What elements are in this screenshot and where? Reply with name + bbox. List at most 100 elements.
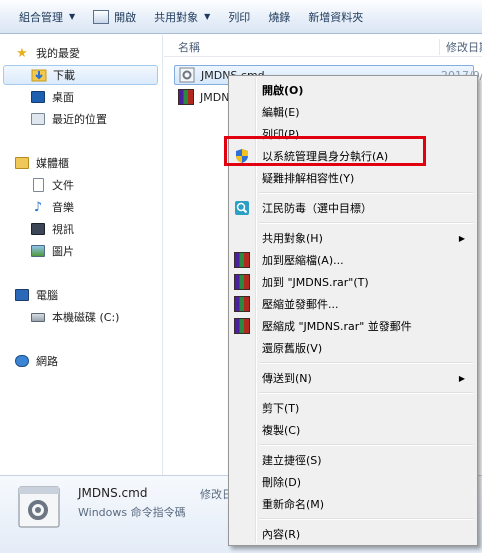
menu-separator — [259, 518, 473, 520]
hard-drive-icon — [30, 309, 46, 325]
nav-downloads[interactable]: 下載 — [3, 65, 158, 85]
menu-restore-label: 還原舊版(V) — [262, 342, 323, 355]
print-label: 列印 — [228, 10, 251, 24]
menu-separator — [259, 222, 473, 224]
details-file-type: Windows 命令指令碼 — [78, 506, 186, 519]
nav-libraries-label: 媒體櫃 — [36, 157, 69, 170]
nav-computer[interactable]: 電腦 — [14, 285, 58, 305]
menu-cut[interactable]: 剪下(T) — [231, 397, 475, 419]
menu-properties[interactable]: 內容(R) — [231, 523, 475, 545]
menu-separator — [259, 444, 473, 446]
menu-delete[interactable]: 刪除(D) — [231, 471, 475, 493]
menu-separator — [259, 192, 473, 194]
menu-compress-email[interactable]: 壓縮並發郵件... — [231, 293, 475, 315]
nav-music-label: 音樂 — [52, 201, 74, 214]
submenu-arrow-icon: ▶ — [458, 373, 465, 383]
menu-delete-label: 刪除(D) — [262, 476, 302, 489]
menu-add-archive[interactable]: 加到壓縮檔(A)... — [231, 249, 475, 271]
nav-pictures[interactable]: 圖片 — [30, 241, 74, 261]
open-label: 開啟 — [114, 10, 137, 24]
menu-antivirus-label: 江民防毒（選中目標） — [262, 202, 372, 215]
cmd-file-icon — [179, 67, 195, 83]
window-icon — [93, 9, 110, 24]
nav-local-disk-label: 本機磁碟 (C:) — [52, 311, 120, 324]
new-folder-button[interactable]: 新增資料夾 — [299, 5, 372, 29]
menu-add-archive-label: 加到壓縮檔(A)... — [262, 254, 344, 267]
computer-icon — [14, 287, 30, 303]
column-name-header[interactable]: 名稱 — [178, 39, 200, 55]
star-icon: ★ — [16, 45, 28, 61]
menu-compress-email-label: 壓縮並發郵件... — [262, 298, 339, 311]
nav-computer-label: 電腦 — [36, 289, 58, 302]
nav-local-disk[interactable]: 本機磁碟 (C:) — [30, 307, 119, 327]
menu-troubleshoot[interactable]: 疑難排解相容性(Y) — [231, 167, 475, 189]
desktop-icon — [30, 89, 46, 105]
new-folder-label: 新增資料夾 — [308, 10, 364, 24]
print-button[interactable]: 列印 — [219, 5, 259, 29]
winrar-archive-icon — [178, 89, 194, 105]
nav-desktop[interactable]: 桌面 — [30, 87, 74, 107]
nav-downloads-label: 下載 — [53, 69, 75, 82]
antivirus-scan-icon — [234, 200, 250, 216]
menu-copy[interactable]: 複製(C) — [231, 419, 475, 441]
chevron-down-icon: ▼ — [204, 12, 211, 21]
nav-favorites-label: 我的最愛 — [36, 47, 80, 60]
winrar-icon — [234, 274, 250, 290]
nav-desktop-label: 桌面 — [52, 91, 74, 104]
nav-documents-label: 文件 — [52, 179, 74, 192]
menu-add-rar[interactable]: 加到 "JMDNS.rar"(T) — [231, 271, 475, 293]
cmd-file-large-icon — [16, 484, 62, 530]
menu-send-to-label: 傳送到(N) — [262, 372, 312, 385]
burn-label: 燒錄 — [268, 10, 291, 24]
organize-button[interactable]: 組合管理 ▼ — [10, 5, 84, 29]
menu-create-shortcut[interactable]: 建立捷徑(S) — [231, 449, 475, 471]
chevron-down-icon: ▼ — [69, 12, 76, 21]
nav-videos-label: 視訊 — [52, 223, 74, 236]
winrar-icon — [234, 296, 250, 312]
menu-create-shortcut-label: 建立捷徑(S) — [262, 454, 322, 467]
downloads-folder-icon — [31, 67, 47, 83]
open-button[interactable]: 開啟 — [84, 5, 145, 29]
libraries-icon — [14, 155, 30, 171]
menu-rename[interactable]: 重新命名(M) — [231, 493, 475, 515]
organize-label: 組合管理 — [19, 10, 63, 24]
nav-documents[interactable]: 文件 — [30, 175, 74, 195]
nav-libraries[interactable]: 媒體櫃 — [14, 153, 69, 173]
nav-recent[interactable]: 最近的位置 — [30, 109, 107, 129]
nav-pictures-label: 圖片 — [52, 245, 74, 258]
nav-network-label: 網路 — [36, 355, 58, 368]
burn-button[interactable]: 燒錄 — [259, 5, 299, 29]
nav-music[interactable]: ♪ 音樂 — [30, 197, 74, 217]
nav-network[interactable]: 網路 — [14, 351, 58, 371]
menu-copy-label: 複製(C) — [262, 424, 301, 437]
nav-videos[interactable]: 視訊 — [30, 219, 74, 239]
menu-open[interactable]: 開啟(O) — [231, 79, 475, 101]
winrar-icon — [234, 252, 250, 268]
menu-share-with[interactable]: 共用對象(H) ▶ — [231, 227, 475, 249]
menu-separator — [259, 392, 473, 394]
submenu-arrow-icon: ▶ — [458, 233, 465, 243]
share-label: 共用對象 — [154, 10, 199, 24]
menu-cut-label: 剪下(T) — [262, 402, 300, 415]
nav-favorites[interactable]: ★ 我的最愛 — [14, 43, 80, 63]
navigation-pane: ★ 我的最愛 下載 桌面 最近的位置 媒體櫃 文件 ♪ 音樂 視訊 圖片 電腦 — [0, 35, 163, 475]
share-button[interactable]: 共用對象 ▼ — [145, 5, 219, 29]
film-icon — [30, 221, 46, 237]
menu-send-to[interactable]: 傳送到(N) ▶ — [231, 367, 475, 389]
music-note-icon: ♪ — [33, 199, 43, 215]
menu-antivirus[interactable]: 江民防毒（選中目標） — [231, 197, 475, 219]
menu-add-rar-label: 加到 "JMDNS.rar"(T) — [262, 276, 369, 289]
menu-properties-label: 內容(R) — [262, 528, 301, 541]
recent-places-icon — [30, 111, 46, 127]
menu-edit[interactable]: 編輯(E) — [231, 101, 475, 123]
menu-share-with-label: 共用對象(H) — [262, 232, 323, 245]
document-icon — [30, 177, 46, 193]
winrar-icon — [234, 318, 250, 334]
menu-edit-label: 編輯(E) — [262, 106, 300, 119]
menu-restore[interactable]: 還原舊版(V) — [231, 337, 475, 359]
menu-compress-rar-email[interactable]: 壓縮成 "JMDNS.rar" 並發郵件 — [231, 315, 475, 337]
column-date-header[interactable]: 修改日期 — [439, 39, 482, 55]
menu-open-label: 開啟(O) — [262, 84, 304, 97]
menu-troubleshoot-label: 疑難排解相容性(Y) — [262, 172, 355, 185]
annotation-highlight-box — [224, 136, 426, 166]
